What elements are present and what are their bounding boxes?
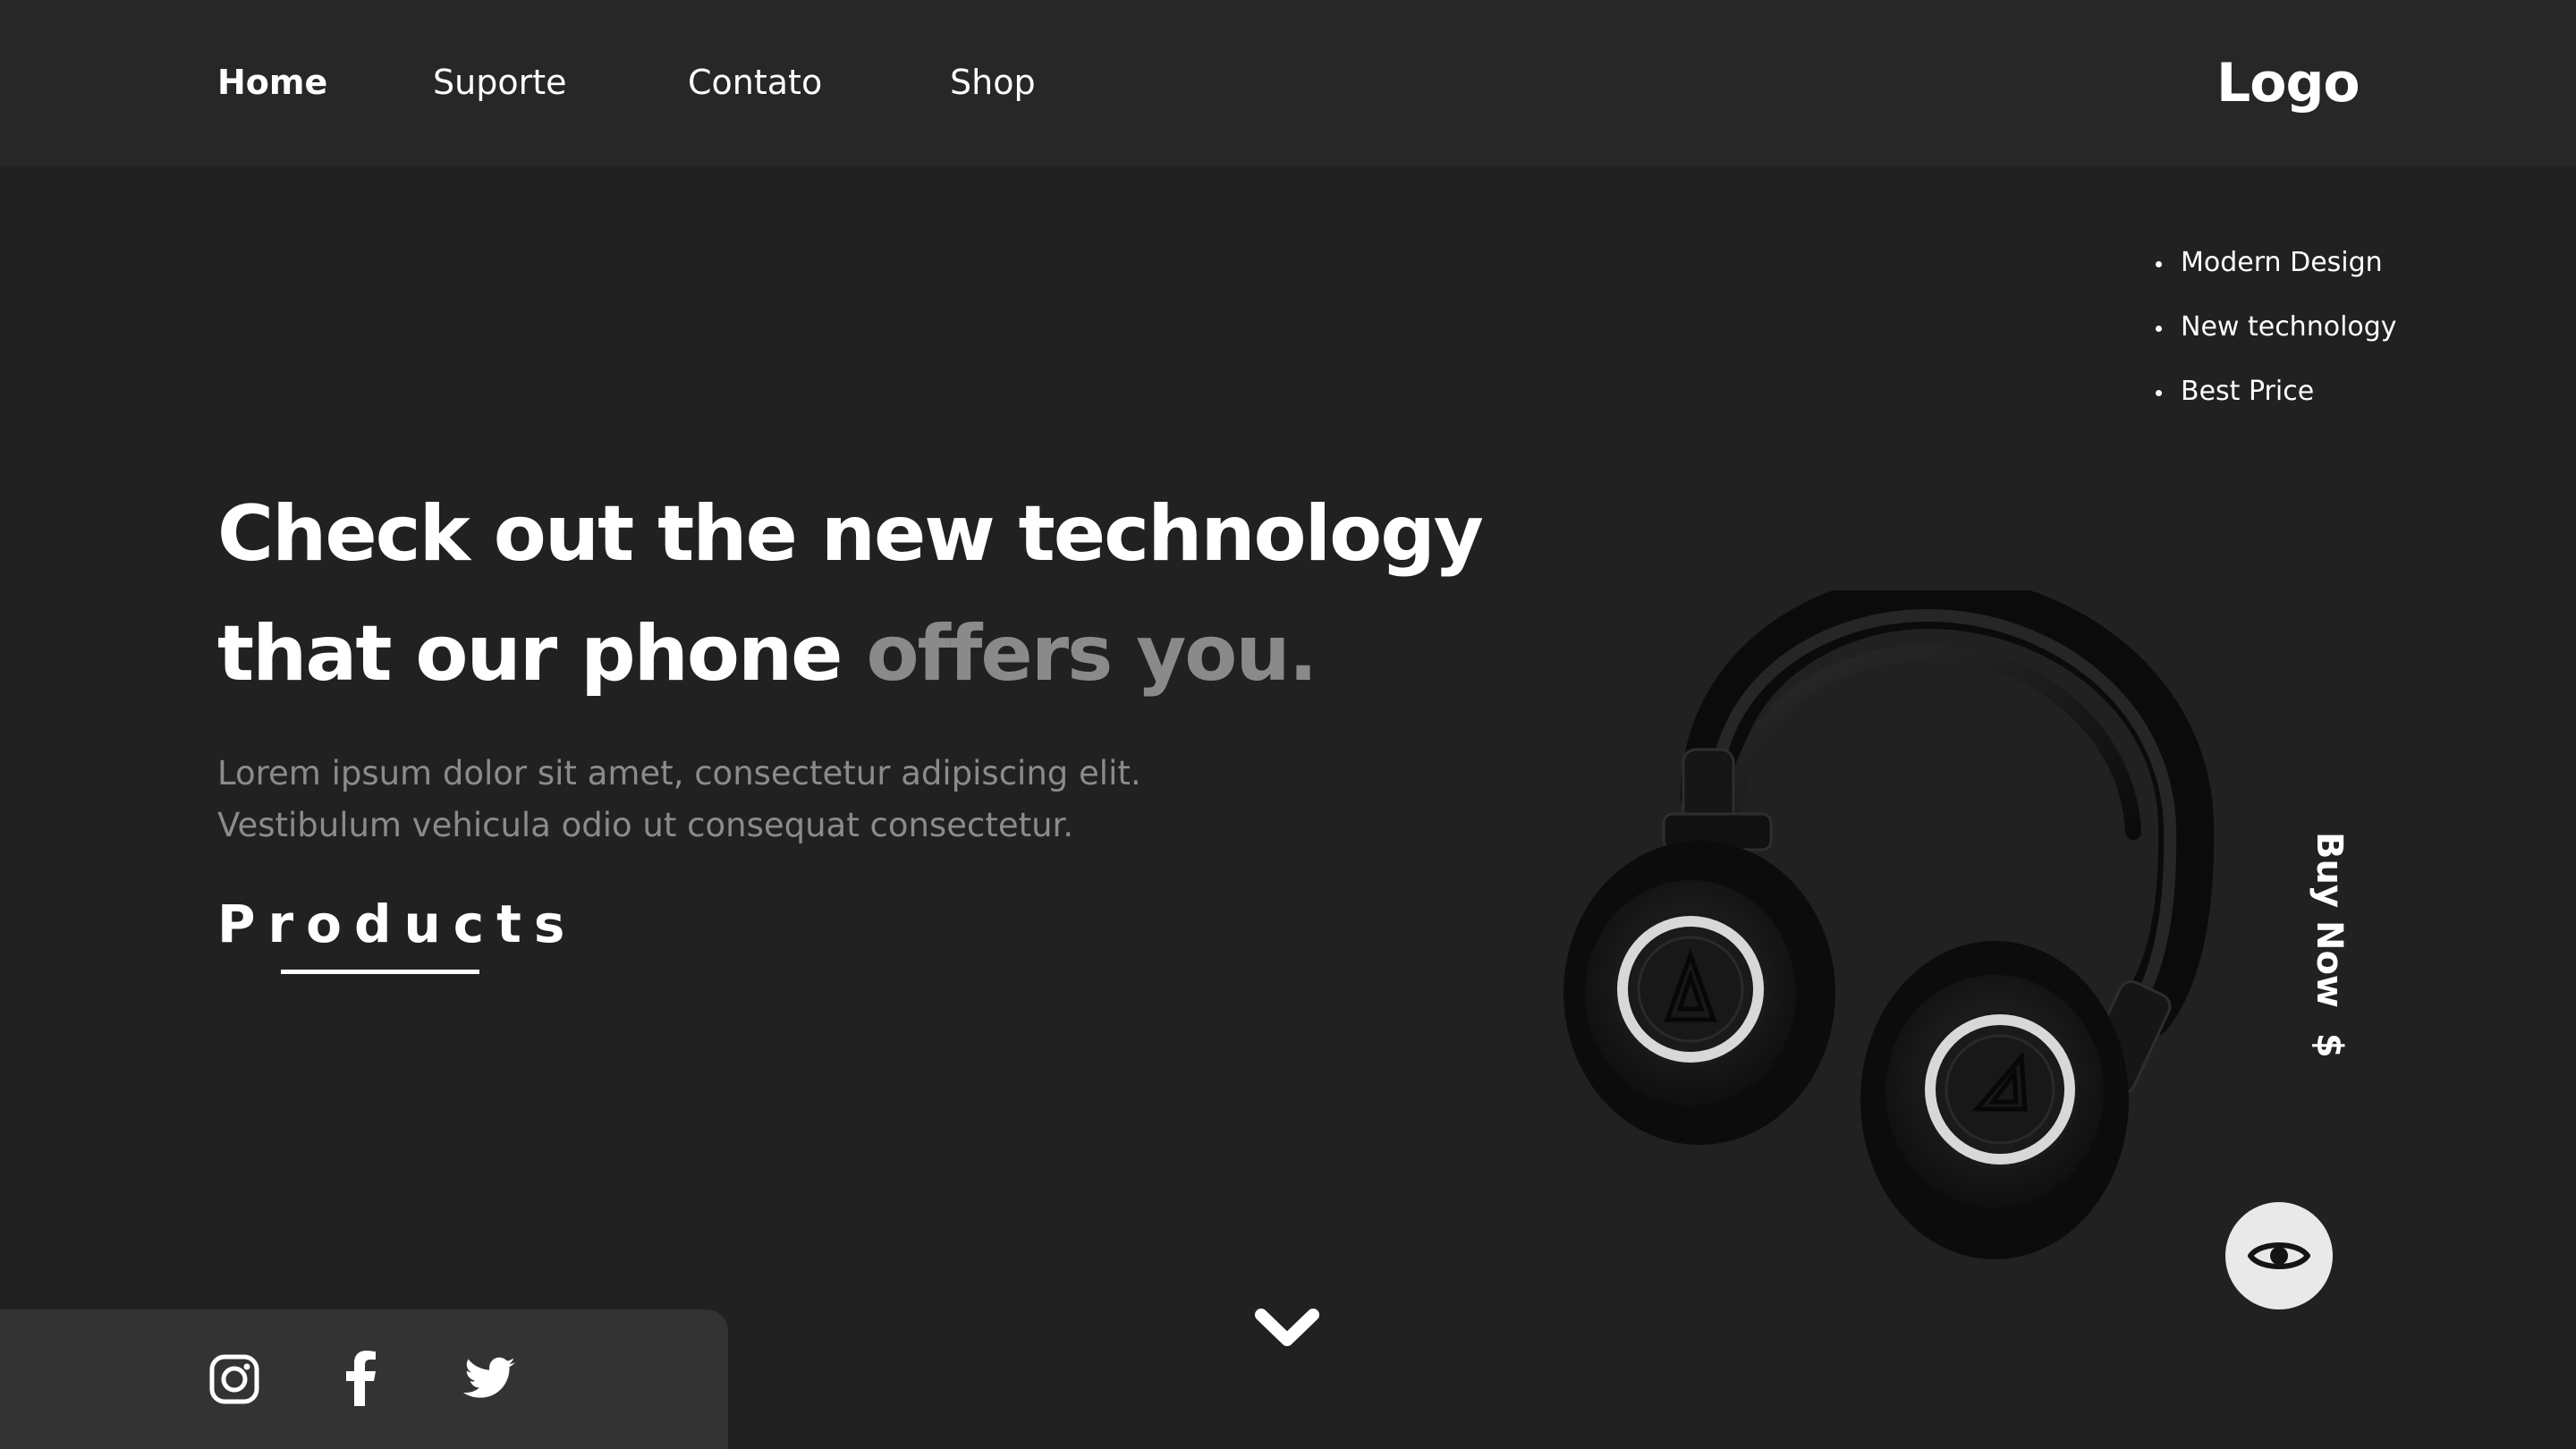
products-link[interactable]: Products bbox=[217, 890, 577, 958]
headline-line-1: Check out the new technology bbox=[217, 489, 1484, 579]
nav-contato[interactable]: Contato bbox=[688, 57, 822, 107]
nav-home[interactable]: Home bbox=[217, 57, 327, 107]
feature-item: Modern Design bbox=[2156, 231, 2397, 295]
nav-suporte[interactable]: Suporte bbox=[433, 57, 566, 107]
logo[interactable]: Logo bbox=[2216, 49, 2360, 117]
description-line-2: Vestibulum vehicula odio ut consequat co… bbox=[217, 806, 1074, 844]
twitter-icon[interactable] bbox=[463, 1351, 517, 1408]
instagram-icon[interactable] bbox=[208, 1351, 261, 1408]
headline-accent: offers you. bbox=[866, 609, 1318, 699]
eye-icon bbox=[2248, 1242, 2310, 1269]
hero-description: Lorem ipsum dolor sit amet, consectetur … bbox=[217, 748, 1141, 852]
hero-headline: Check out the new technology that our ph… bbox=[217, 474, 1484, 714]
products-underline bbox=[281, 970, 479, 974]
feature-list: Modern Design New technology Best Price bbox=[2156, 231, 2397, 424]
dollar-icon: $ bbox=[2309, 1032, 2350, 1058]
description-line-1: Lorem ipsum dolor sit amet, consectetur … bbox=[217, 754, 1141, 792]
facebook-icon[interactable] bbox=[335, 1351, 388, 1408]
buy-now-label: Buy Now bbox=[2309, 832, 2350, 1008]
top-navigation-bar bbox=[0, 0, 2576, 167]
headphones-image bbox=[1563, 590, 2215, 1259]
nav-shop[interactable]: Shop bbox=[950, 57, 1036, 107]
buy-now-button[interactable]: Buy Now $ bbox=[2302, 832, 2356, 1060]
feature-item: New technology bbox=[2156, 295, 2397, 360]
view-button[interactable] bbox=[2225, 1202, 2333, 1309]
chevron-down-icon[interactable] bbox=[1254, 1306, 1320, 1351]
headline-line-2: that our phone bbox=[217, 609, 867, 699]
feature-item: Best Price bbox=[2156, 360, 2397, 424]
